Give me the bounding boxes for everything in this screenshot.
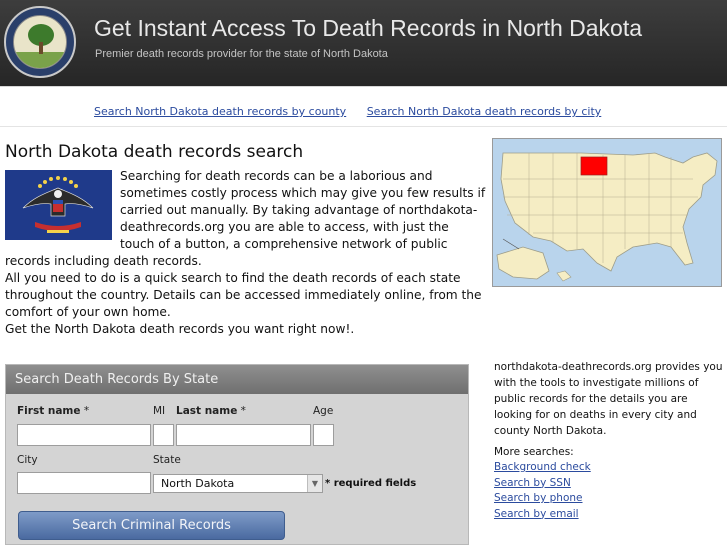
intro-paragraph-3: Get the North Dakota death records you w…: [5, 322, 355, 336]
age-label: Age: [313, 405, 334, 417]
site-header: Get Instant Access To Death Records in N…: [0, 0, 727, 86]
search-form-title: Search Death Records By State: [6, 365, 468, 394]
first-name-input[interactable]: [17, 424, 151, 446]
page-heading: North Dakota death records search: [5, 142, 304, 162]
city-input[interactable]: [17, 472, 151, 494]
nav-divider: [0, 126, 727, 127]
first-name-label: First name *: [17, 405, 90, 417]
site-subtitle: Premier death records provider for the s…: [95, 48, 388, 60]
sidebar: northdakota-deathrecords.org provides yo…: [494, 359, 724, 522]
sidebar-link-search-by-phone[interactable]: Search by phone: [494, 491, 724, 507]
header-divider: [0, 86, 727, 87]
last-name-label: Last name *: [176, 405, 246, 417]
state-seal-logo: [4, 6, 76, 78]
more-searches-label: More searches:: [494, 446, 574, 458]
sidebar-link-search-by-ssn[interactable]: Search by SSN: [494, 476, 724, 492]
nav-link-by-city[interactable]: Search North Dakota death records by cit…: [367, 105, 602, 118]
sidebar-link-search-by-email[interactable]: Search by email: [494, 507, 724, 523]
us-map-image: [492, 138, 722, 287]
mi-label: MI: [153, 405, 166, 417]
city-label: City: [17, 454, 38, 466]
state-label: State: [153, 454, 181, 466]
intro-paragraph-2: All you need to do is a quick search to …: [5, 271, 482, 319]
state-select-value: North Dakota: [161, 477, 235, 490]
sidebar-description: northdakota-deathrecords.org provides yo…: [494, 361, 723, 437]
site-title: Get Instant Access To Death Records in N…: [94, 15, 643, 41]
middle-initial-input[interactable]: [153, 424, 174, 446]
state-select[interactable]: North Dakota ▼: [153, 474, 323, 493]
sidebar-link-background-check[interactable]: Background check: [494, 460, 724, 476]
top-nav: Search North Dakota death records by cou…: [94, 105, 618, 118]
chevron-down-icon[interactable]: ▼: [307, 475, 322, 492]
intro-text: Searching for death records can be a lab…: [5, 168, 487, 338]
required-fields-note: * required fields: [325, 478, 417, 489]
age-input[interactable]: [313, 424, 334, 446]
search-button[interactable]: Search Criminal Records: [18, 511, 285, 540]
nav-link-by-county[interactable]: Search North Dakota death records by cou…: [94, 105, 346, 118]
last-name-input[interactable]: [176, 424, 311, 446]
search-form-panel: Search Death Records By State First name…: [5, 364, 469, 545]
